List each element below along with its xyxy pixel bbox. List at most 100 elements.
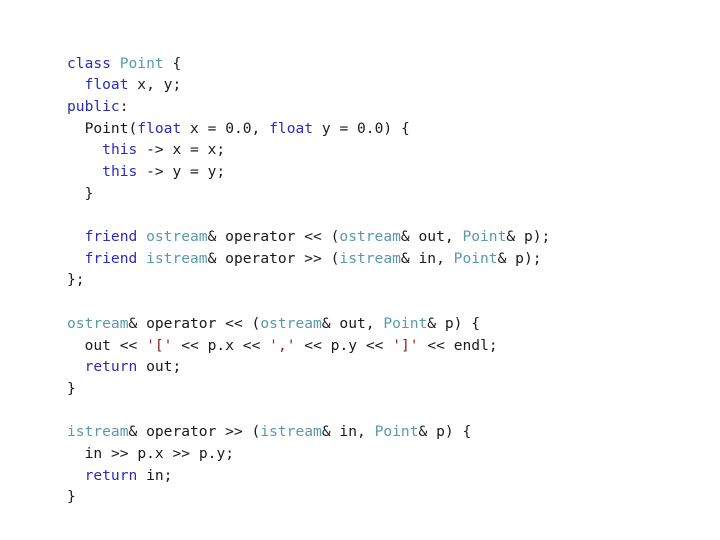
code-token-plain: ; <box>216 163 226 181</box>
code-token-plain: << <box>234 336 270 354</box>
code-line: return out; <box>67 356 687 378</box>
code-token-plain: & <box>400 228 419 246</box>
code-line: Point(float x = 0.0, float y = 0.0) { <box>67 118 687 140</box>
code-line: this -> x = x; <box>67 139 687 161</box>
code-line: this -> y = y; <box>67 161 687 183</box>
code-token-plain: -> x = <box>137 141 208 159</box>
code-token-keyword: this <box>102 163 138 181</box>
code-token-type: Point <box>383 314 428 332</box>
code-token-plain: & p); <box>506 228 551 246</box>
code-line: class Point { <box>67 53 687 75</box>
code-token-variable: x <box>154 444 164 462</box>
code-token-type: istream <box>339 249 401 267</box>
code-token-variable: p <box>198 444 208 462</box>
code-token-plain: ) { <box>453 314 481 332</box>
code-token-plain: : <box>119 97 129 115</box>
code-token-char: '[' <box>146 336 173 354</box>
code-token-plain: & <box>400 249 419 267</box>
code-token-type: ostream <box>146 228 208 246</box>
code-token-plain: << endl; <box>418 336 498 354</box>
code-token-plain: << <box>295 336 331 354</box>
code-token-type: Point <box>453 249 498 267</box>
code-token-variable: p <box>436 423 445 441</box>
code-token-plain: & operator << ( <box>207 228 340 246</box>
code-line: ostream& operator << (ostream& out, Poin… <box>67 313 687 335</box>
code-token-plain: & <box>321 423 340 441</box>
code-token-variable: in <box>84 444 103 462</box>
code-token-variable: out <box>146 358 173 376</box>
code-token-keyword: friend <box>84 228 138 246</box>
code-token-plain: }; <box>67 271 85 289</box>
code-token-plain: & <box>418 423 437 441</box>
code-token-plain: = <box>198 119 226 137</box>
code-line: }; <box>67 269 687 291</box>
code-token-type: Point <box>462 228 507 246</box>
code-token-variable: x <box>190 119 199 137</box>
code-token-plain: , <box>436 249 454 267</box>
code-token-variable: y <box>216 444 226 462</box>
code-token-plain: in <box>418 249 437 267</box>
code-token-plain: x, y; <box>128 76 182 94</box>
code-token-keyword: return <box>84 358 138 376</box>
code-token-plain: . <box>216 336 226 354</box>
slide-canvas: class Point { float x, y; public: Point(f… <box>0 0 720 540</box>
code-token-variable: p <box>137 444 147 462</box>
code-token-plain: & <box>427 314 445 332</box>
code-line: out << '[' << p.x << ',' << p.y << ']' <… <box>67 335 687 357</box>
code-token-variable: in <box>146 466 164 484</box>
code-token-plain: & operator >> ( <box>207 249 340 267</box>
code-token-plain: . <box>146 444 155 462</box>
code-listing: class Point { float x, y; public: Point(f… <box>67 53 687 508</box>
code-token-plain: & <box>321 314 340 332</box>
code-token-keyword: float <box>269 119 314 137</box>
code-line: istream& operator >> (istream& in, Point… <box>67 421 687 443</box>
code-token-char: ',' <box>269 336 296 354</box>
code-token-keyword: float <box>137 119 182 137</box>
code-token-variable: p <box>444 314 454 332</box>
code-line: } <box>67 486 687 508</box>
code-line: friend ostream& operator << (ostream& ou… <box>67 226 687 248</box>
code-token-plain: << <box>110 336 147 354</box>
code-token-type: Point <box>374 423 419 441</box>
code-token-type: ostream <box>339 228 401 246</box>
code-token-char: ']' <box>392 336 419 354</box>
code-token-plain: -> y = <box>137 163 208 181</box>
code-token-variable: out <box>84 336 111 354</box>
code-token-plain: ; <box>225 444 235 462</box>
code-token-plain: & operator << ( <box>128 314 261 332</box>
code-token-plain: = <box>330 119 358 137</box>
code-line: } <box>67 378 687 400</box>
code-token-type: ostream <box>67 314 129 332</box>
code-line: float x, y; <box>67 74 687 96</box>
code-token-plain: , <box>251 119 270 137</box>
code-token-plain: >> <box>102 444 138 462</box>
code-token-plain: >> <box>163 444 199 462</box>
code-token-plain: ) { <box>383 119 410 137</box>
code-token-plain: ; <box>163 466 173 484</box>
code-token-variable: y <box>348 336 358 354</box>
code-token-keyword: float <box>84 76 129 94</box>
code-token-plain: out <box>418 228 445 246</box>
code-token-plain: . <box>339 336 349 354</box>
code-token-plain: ) { <box>444 423 472 441</box>
code-line: return in; <box>67 465 687 487</box>
code-token-variable: out <box>339 314 366 332</box>
code-token-plain: ; <box>216 141 226 159</box>
